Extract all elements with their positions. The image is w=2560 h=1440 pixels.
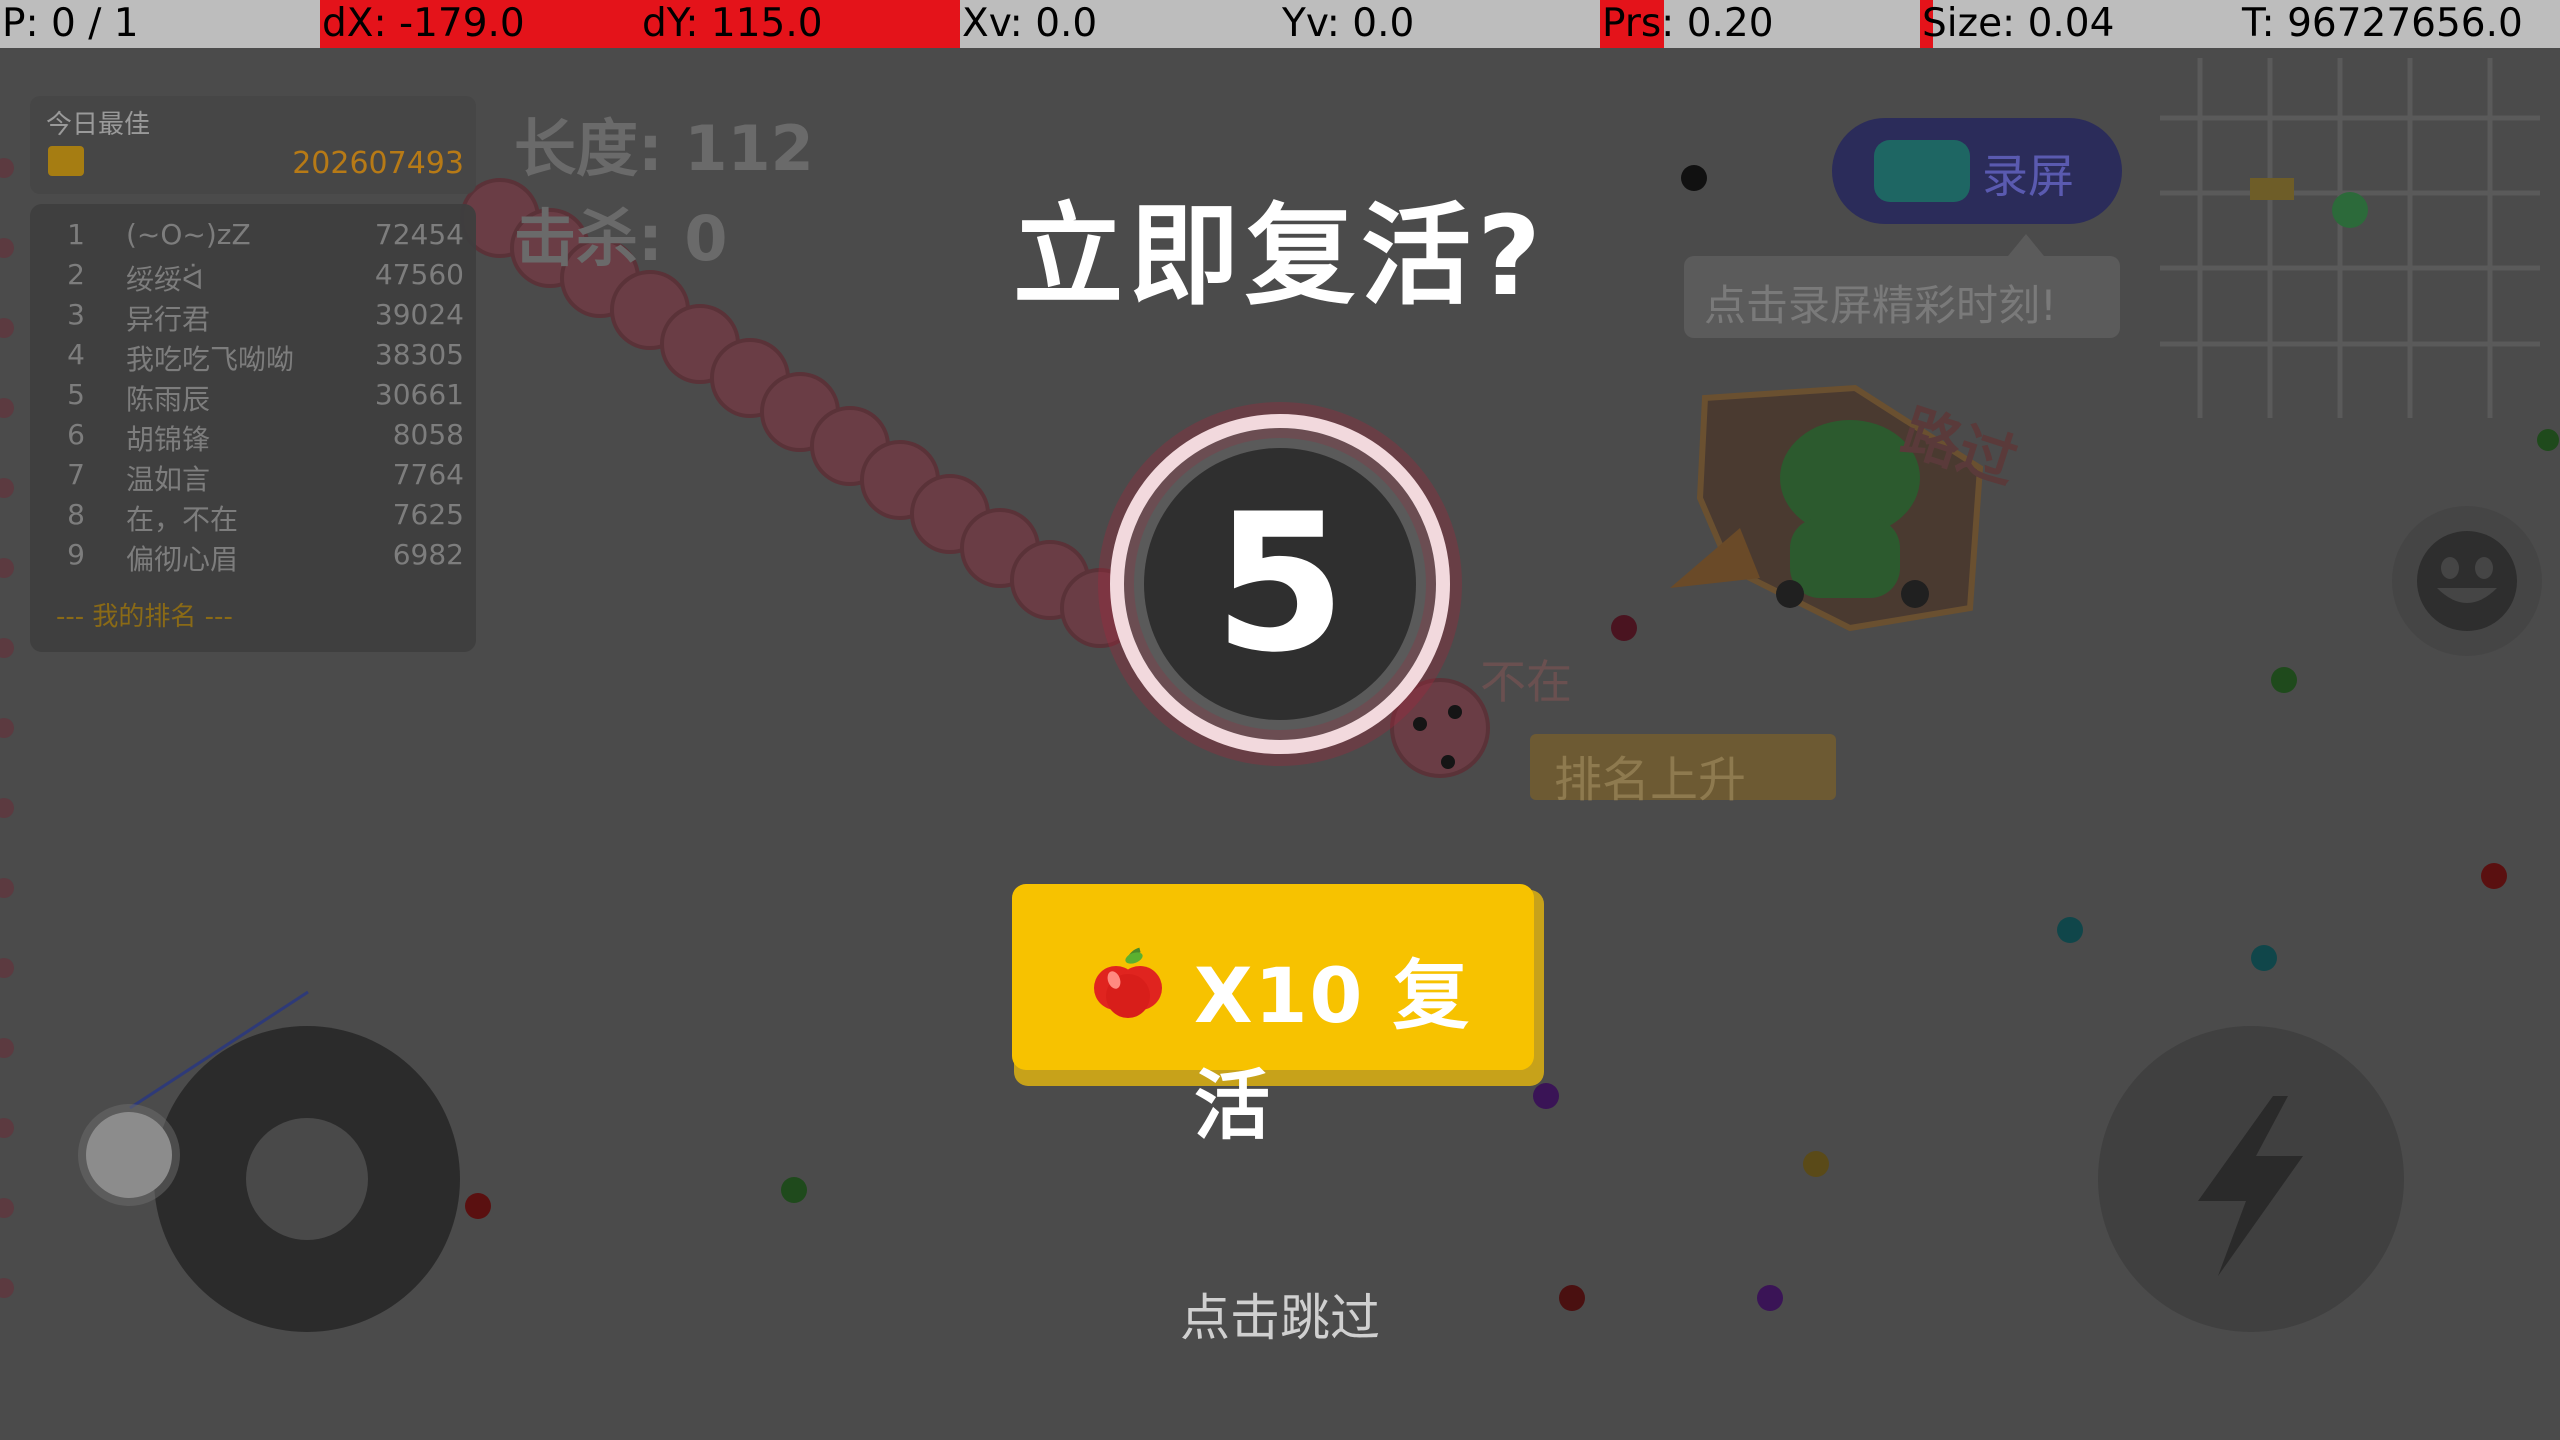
apple-icon	[1094, 947, 1162, 1018]
record-tip-arrow	[2008, 234, 2044, 256]
record-label: 录屏	[1982, 149, 2074, 203]
minimap-player-marker	[2332, 192, 2368, 228]
leaderboard-row: 6 胡锦锋 8058	[30, 418, 476, 458]
kills-value: 0	[684, 202, 728, 275]
leaderboard-name: 温如言	[126, 463, 211, 496]
boost-button[interactable]	[2098, 1026, 2404, 1332]
delta-y: dY: 115.0	[640, 0, 960, 48]
leaderboard-row: 5 陈雨辰 30661	[30, 378, 476, 418]
leaderboard-rank: 8	[67, 498, 85, 531]
leaderboard-score: 72454	[374, 218, 464, 251]
leaderboard-row: 4 我吃吃飞呦呦 38305	[30, 338, 476, 378]
leaderboard-rank: 9	[67, 538, 85, 571]
leaderboard-score: 38305	[374, 338, 464, 371]
leaderboard-rank: 5	[67, 378, 85, 411]
leaderboard-rank: 7	[67, 458, 85, 491]
length-stat: 长度: 112	[514, 98, 814, 188]
leaderboard-score: 39024	[374, 298, 464, 331]
video-camera-icon	[1874, 140, 1970, 202]
leaderboard-score: 30661	[374, 378, 464, 411]
touch-size: Size: 0.04	[1920, 0, 2115, 48]
leaderboard-name: (~O~)zZ	[126, 218, 251, 251]
minimap	[2160, 58, 2540, 418]
arena-border	[0, 158, 14, 1298]
leaderboard-footer: --- 我的排名 ---	[56, 602, 233, 632]
leaderboard-row: 2 绥绥ᐛ 47560	[30, 258, 476, 298]
leaderboard-row: 3 异行君 39024	[30, 298, 476, 338]
leaderboard-name: 绥绥ᐛ	[126, 263, 204, 296]
leaderboard-row: 7 温如言 7764	[30, 458, 476, 498]
daily-best-title: 今日最佳	[46, 110, 151, 140]
length-value: 112	[684, 112, 814, 185]
leaderboard-rank: 4	[67, 338, 85, 371]
leaderboard: --- 我的排名 --- 1 (~O~)zZ 72454 2 绥绥ᐛ 47560 3 异行君 3…	[30, 204, 476, 652]
velocity-x: Xv: 0.0	[962, 1, 1098, 46]
emoji-button[interactable]	[2392, 506, 2542, 656]
lightning-icon	[2198, 1096, 2303, 1276]
rank-up-text: 排名上升	[1554, 752, 1747, 808]
leaderboard-row: 9 偏彻心眉 6982	[30, 538, 476, 578]
joystick-knob[interactable]	[86, 1112, 172, 1198]
daily-best-score: 202607493	[292, 146, 464, 181]
revive-button[interactable]: X10 复活	[1012, 884, 1534, 1150]
leaderboard-name: 异行君	[126, 303, 211, 336]
skip-link[interactable]: 点击跳过	[1080, 1278, 1480, 1350]
leaderboard-score: 6982	[392, 538, 464, 571]
record-screen-button[interactable]: 录屏	[1832, 118, 2122, 224]
timestamp: T: 96727656.0	[2242, 1, 2523, 46]
leaderboard-rank: 1	[67, 218, 85, 251]
pointer-count: P: 0 / 1	[2, 1, 139, 46]
revive-label: X10 复活	[1194, 951, 1471, 1150]
kills-label: 击杀:	[514, 202, 663, 275]
kills-stat: 击杀: 0	[514, 188, 728, 278]
medal-icon	[48, 146, 84, 176]
pressure: Prs: 0.20	[1600, 0, 1774, 48]
player-name-tag: 不在	[1480, 655, 1572, 709]
smiley-face-icon	[2417, 531, 2517, 631]
leaderboard-score: 7625	[392, 498, 464, 531]
velocity-y: Yv: 0.0	[1282, 1, 1415, 46]
record-tip: 点击录屏精彩时刻!	[1684, 256, 2120, 338]
record-tip-text: 点击录屏精彩时刻!	[1704, 281, 2057, 330]
leaderboard-name: 陈雨辰	[126, 383, 211, 416]
leaderboard-name: 在，不在	[126, 503, 239, 536]
countdown-number: 5	[1213, 473, 1347, 694]
length-label: 长度:	[514, 112, 663, 185]
minimap-crown-icon	[2250, 178, 2294, 200]
leaderboard-score: 7764	[392, 458, 464, 491]
revive-title: 立即复活?	[1013, 192, 1547, 320]
joystick[interactable]	[154, 1026, 460, 1332]
countdown-ring: 5	[1110, 414, 1450, 754]
leaderboard-row: 1 (~O~)zZ 72454	[30, 218, 476, 258]
delta-x: dX: -179.0	[320, 0, 640, 48]
leaderboard-name: 偏彻心眉	[126, 543, 239, 576]
leaderboard-row: 8 在，不在 7625	[30, 498, 476, 538]
leaderboard-rank: 6	[67, 418, 85, 451]
rank-up-banner: 排名上升	[1530, 734, 1836, 808]
leaderboard-score: 8058	[392, 418, 464, 451]
leaderboard-rank: 3	[67, 298, 85, 331]
daily-best-panel: 今日最佳 202607493	[30, 96, 476, 194]
leaderboard-name: 我吃吃飞呦呦	[126, 343, 295, 376]
joystick-center	[246, 1118, 368, 1240]
leaderboard-score: 47560	[374, 258, 464, 291]
leaderboard-name: 胡锦锋	[126, 423, 211, 456]
leaderboard-rank: 2	[67, 258, 85, 291]
debug-status-bar: P: 0 / 1 dX: -179.0 dY: 115.0 Xv: 0.0 Yv…	[0, 0, 2560, 48]
